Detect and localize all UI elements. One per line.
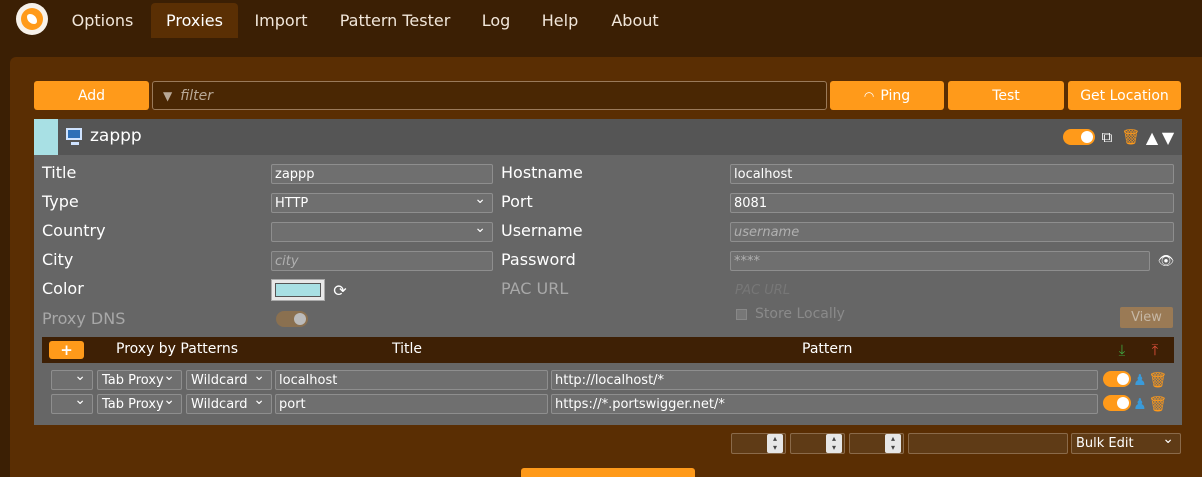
type-select[interactable]: HTTP: [271, 191, 493, 213]
color-label: Color: [42, 279, 84, 298]
bulk-edit-select[interactable]: Bulk Edit: [1071, 431, 1181, 454]
color-picker[interactable]: [271, 279, 325, 301]
pattern-row-kind-select[interactable]: Wildcard: [186, 368, 272, 390]
save-button[interactable]: [521, 468, 695, 477]
username-field[interactable]: username: [730, 222, 1174, 242]
person-icon: ♟: [1133, 395, 1147, 413]
patterns-header-pattern: Pattern: [802, 341, 853, 357]
city-field[interactable]: city: [271, 251, 493, 271]
import-patterns-icon[interactable]: ⤓: [1114, 341, 1130, 359]
person-icon: ♟: [1133, 371, 1147, 389]
title-field[interactable]: zappp: [271, 164, 493, 184]
title-label: Title: [42, 163, 77, 182]
store-locally-label: Store Locally: [755, 306, 845, 322]
computer-icon: [66, 128, 82, 145]
hostname-label: Hostname: [501, 163, 583, 182]
ping-button[interactable]: ◠ Ping: [830, 81, 944, 110]
pattern-row-type-select[interactable]: [51, 392, 93, 414]
number-input-1[interactable]: [731, 433, 786, 454]
move-down-icon[interactable]: ▼: [1160, 126, 1176, 148]
proxy-enabled-toggle[interactable]: [1063, 129, 1095, 145]
city-label: City: [42, 250, 74, 269]
test-button[interactable]: Test: [948, 81, 1064, 110]
pattern-row-pattern-field[interactable]: http://localhost/*: [551, 370, 1098, 390]
type-label: Type: [42, 192, 79, 211]
wifi-icon: ◠: [863, 88, 875, 103]
port-field[interactable]: 8081: [730, 193, 1174, 213]
number-input-2[interactable]: [790, 433, 845, 454]
store-locally-checkbox[interactable]: [736, 309, 747, 320]
pac-url-field[interactable]: PAC URL: [735, 283, 790, 298]
country-label: Country: [42, 221, 106, 240]
get-location-button[interactable]: Get Location: [1068, 81, 1181, 110]
port-label: Port: [501, 192, 533, 211]
pattern-row-title-field[interactable]: localhost: [275, 370, 548, 390]
tab-log[interactable]: Log: [468, 3, 524, 38]
password-field[interactable]: ****: [730, 251, 1150, 271]
show-password-eye-icon[interactable]: 👁: [1157, 252, 1175, 270]
pattern-row-scope-select[interactable]: Tab Proxy: [97, 368, 182, 390]
refresh-color-icon[interactable]: ⟳: [331, 281, 349, 300]
pattern-row-kind-select[interactable]: Wildcard: [186, 392, 272, 414]
pattern-row-toggle[interactable]: [1103, 371, 1131, 387]
proxy-panel-header: [34, 119, 1182, 155]
add-pattern-button[interactable]: +: [49, 341, 84, 359]
username-label: Username: [501, 221, 583, 240]
proxy-name: zappp: [90, 126, 142, 146]
proxy-color-strip: [34, 119, 58, 155]
tab-pattern-tester[interactable]: Pattern Tester: [324, 3, 466, 38]
filter-input[interactable]: ▼ filter: [152, 81, 827, 110]
export-patterns-icon[interactable]: ⤒: [1147, 341, 1163, 359]
view-button[interactable]: View: [1120, 307, 1173, 328]
hostname-field[interactable]: localhost: [730, 164, 1174, 184]
color-swatch: [275, 283, 321, 297]
bulk-edit-text-input[interactable]: [908, 433, 1068, 454]
tab-proxies[interactable]: Proxies: [151, 3, 238, 38]
proxy-dns-label: Proxy DNS: [42, 309, 126, 328]
pattern-row-pattern-field[interactable]: https://*.portswigger.net/*: [551, 394, 1098, 414]
patterns-header-proxy-by-patterns: Proxy by Patterns: [116, 341, 239, 357]
pattern-row-scope-select[interactable]: Tab Proxy: [97, 392, 182, 414]
proxy-dns-toggle[interactable]: [276, 311, 308, 327]
country-select[interactable]: [271, 220, 493, 242]
pac-url-label: PAC URL: [501, 279, 569, 298]
pattern-row-title-field[interactable]: port: [275, 394, 548, 414]
patterns-header-title: Title: [392, 341, 423, 357]
delete-pattern-trash-icon[interactable]: 🗑: [1148, 394, 1167, 414]
tab-import[interactable]: Import: [240, 3, 322, 38]
move-up-icon[interactable]: ▲: [1144, 126, 1160, 148]
trash-icon[interactable]: 🗑: [1121, 128, 1140, 146]
pattern-row-toggle[interactable]: [1103, 395, 1131, 411]
duplicate-icon[interactable]: ⧉: [1099, 128, 1115, 146]
foxyproxy-logo-icon: [16, 3, 48, 35]
delete-pattern-trash-icon[interactable]: 🗑: [1148, 370, 1167, 390]
pattern-row-type-select[interactable]: [51, 368, 93, 390]
filter-icon: ▼: [163, 88, 173, 103]
tab-options[interactable]: Options: [56, 3, 149, 38]
number-input-3[interactable]: [849, 433, 904, 454]
filter-placeholder: filter: [180, 87, 214, 104]
tab-help[interactable]: Help: [526, 3, 594, 38]
ping-label: Ping: [880, 87, 911, 104]
add-button[interactable]: Add: [34, 81, 149, 110]
tab-about[interactable]: About: [596, 3, 674, 38]
password-label: Password: [501, 250, 576, 269]
